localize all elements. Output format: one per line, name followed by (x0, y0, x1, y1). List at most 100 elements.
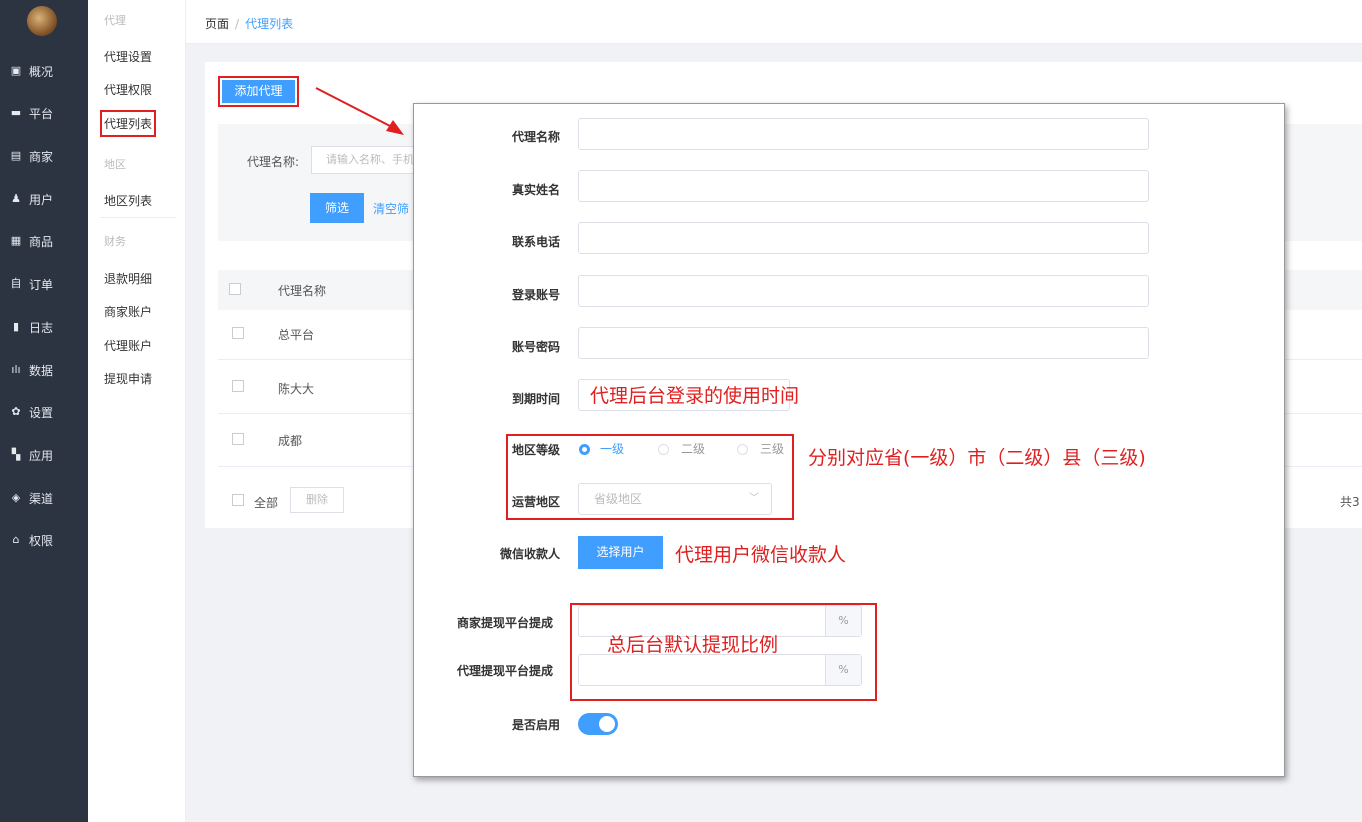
agent-commission-label: 代理提现平台提成 (457, 664, 554, 678)
select-placeholder: 省级地区 (594, 492, 643, 506)
submenu-item-region-list[interactable]: 地区列表 (104, 192, 152, 209)
footer-select-all-checkbox[interactable] (232, 494, 244, 506)
phone-field[interactable] (578, 222, 1149, 254)
breadcrumb: 页面 / 代理列表 (205, 15, 293, 32)
filter-button[interactable]: 筛选 (310, 193, 364, 223)
sidebar-item-label: 应用 (29, 448, 54, 463)
chart-icon: ılı (11, 363, 21, 376)
submenu-group-region: 地区 (104, 158, 126, 171)
goods-icon: ▦ (10, 234, 22, 247)
sidebar-item-label: 商品 (29, 234, 54, 249)
sidebar-item-label: 用户 (29, 192, 54, 207)
order-icon: 自 (10, 277, 22, 290)
channel-icon: ◈ (11, 491, 21, 504)
table-cell-name: 陈大大 (278, 382, 315, 396)
apps-icon: ▚ (11, 448, 21, 461)
table-cell-name: 成都 (278, 434, 303, 448)
sidebar-item-label: 日志 (29, 320, 54, 335)
phone-label: 联系电话 (512, 235, 561, 249)
submenu-item-agent-list[interactable]: 代理列表 (104, 115, 152, 132)
sidebar-item-chart[interactable]: ılı 数据 (10, 360, 53, 380)
choose-user-button[interactable]: 选择用户 (578, 536, 663, 569)
sidebar-item-label: 商家 (29, 149, 54, 164)
submenu-item-agent-settings[interactable]: 代理设置 (104, 48, 152, 65)
sidebar-item-label: 订单 (29, 277, 54, 292)
clear-filter-link[interactable]: 清空筛 (373, 200, 409, 217)
enabled-label: 是否启用 (512, 718, 561, 732)
level-radio-2[interactable] (658, 444, 669, 455)
agent-name-field[interactable] (578, 118, 1149, 150)
expire-time-label: 到期时间 (512, 392, 561, 406)
breadcrumb-root[interactable]: 页面 (205, 17, 229, 31)
row-checkbox[interactable] (232, 327, 244, 339)
annotation-payee: 代理用户微信收款人 (675, 544, 847, 566)
sidebar-item-order[interactable]: 自订单 (10, 274, 54, 294)
submenu-group-finance: 财务 (104, 235, 126, 248)
table-cell-name: 总平台 (278, 328, 315, 342)
user-icon: ♟ (11, 192, 21, 205)
log-icon: ▮ (12, 320, 20, 333)
submenu-group-agent: 代理 (104, 14, 126, 27)
row-checkbox[interactable] (232, 380, 244, 392)
sidebar-item-label: 渠道 (29, 491, 54, 506)
submenu-item-withdraw-request[interactable]: 提现申请 (104, 370, 152, 387)
sidebar-item-user[interactable]: ♟ 用户 (10, 189, 53, 209)
level-option-1[interactable]: 一级 (600, 440, 624, 457)
sidebar-item-apps[interactable]: ▚ 应用 (10, 445, 53, 465)
sidebar-item-store[interactable]: ▤ 商家 (10, 146, 53, 166)
breadcrumb-current: 代理列表 (245, 17, 294, 31)
select-all-checkbox[interactable] (229, 283, 241, 295)
sidebar-item-gear[interactable]: ✿ 设置 (10, 402, 53, 422)
sidebar-item-log[interactable]: ▮ 日志 (10, 317, 53, 337)
level-radio-1[interactable] (579, 444, 590, 455)
sidebar-item-platform[interactable]: ▬ 平台 (10, 103, 53, 123)
real-name-field[interactable] (578, 170, 1149, 202)
monitor-icon: ▣ (10, 64, 22, 77)
sidebar-item-label: 设置 (29, 405, 54, 420)
submenu-item-refund-detail[interactable]: 退款明细 (104, 270, 152, 287)
pagination-total: 共3 (1340, 495, 1360, 509)
login-account-label: 登录账号 (512, 288, 561, 302)
filter-name-label: 代理名称: (247, 155, 300, 169)
row-checkbox[interactable] (232, 433, 244, 445)
toggle-knob (599, 716, 615, 732)
sidebar-item-lock[interactable]: ⌂ 权限 (10, 530, 54, 550)
submenu-panel: 代理 代理设置 代理权限 代理列表 地区 地区列表 财务 退款明细 商家账户 代… (88, 0, 186, 822)
sidebar-item-goods[interactable]: ▦ 商品 (10, 231, 53, 251)
annotation-level: 分别对应省(一级）市（二级）县（三级) (808, 447, 1146, 469)
merchant-commission-label: 商家提现平台提成 (457, 616, 554, 630)
sidebar-item-monitor[interactable]: ▣ 概况 (10, 61, 53, 81)
breadcrumb-separator: / (235, 17, 240, 31)
store-icon: ▤ (10, 149, 22, 162)
level-option-3[interactable]: 三级 (760, 440, 784, 457)
top-bar: 页面 / 代理列表 (186, 0, 1362, 44)
sidebar-item-label: 平台 (29, 106, 54, 121)
percent-suffix: % (825, 606, 861, 636)
sidebar-item-label: 数据 (29, 363, 54, 378)
add-agent-button[interactable]: 添加代理 (222, 80, 295, 103)
submenu-item-agent-permissions[interactable]: 代理权限 (104, 81, 152, 98)
submenu-item-merchant-account[interactable]: 商家账户 (104, 303, 152, 320)
login-account-field[interactable] (578, 275, 1149, 307)
app-logo[interactable] (27, 6, 57, 36)
real-name-label: 真实姓名 (512, 183, 561, 197)
main-sidebar: ▣ 概况 ▬ 平台 ▤ 商家 ♟ 用户 ▦ 商品自订单 ▮ 日志 ılı 数据 ✿ 设置 ▚ 应用 ◈ 渠道 ⌂ 权限 (0, 0, 88, 822)
annotation-expire: 代理后台登录的使用时间 (590, 385, 800, 407)
lock-icon: ⌂ (12, 533, 20, 546)
footer-select-all-label: 全部 (254, 496, 279, 510)
filter-name-input[interactable]: 请输入名称、手机 (311, 146, 421, 174)
bulk-delete-button[interactable]: 删除 (290, 487, 344, 513)
operate-region-select[interactable]: 省级地区 ﹀ (578, 483, 772, 515)
enabled-toggle[interactable] (578, 713, 618, 735)
annotation-commission: 总后台默认提现比例 (607, 634, 779, 656)
agent-commission-field[interactable]: % (578, 654, 862, 686)
level-radio-3[interactable] (737, 444, 748, 455)
level-option-2[interactable]: 二级 (681, 440, 705, 457)
platform-icon: ▬ (10, 106, 22, 119)
submenu-item-agent-account[interactable]: 代理账户 (104, 337, 152, 354)
chevron-down-icon: ﹀ (749, 493, 759, 504)
gear-icon: ✿ (11, 405, 21, 418)
sidebar-item-label: 权限 (29, 533, 54, 548)
password-field[interactable] (578, 327, 1149, 359)
sidebar-item-channel[interactable]: ◈ 渠道 (10, 488, 53, 508)
